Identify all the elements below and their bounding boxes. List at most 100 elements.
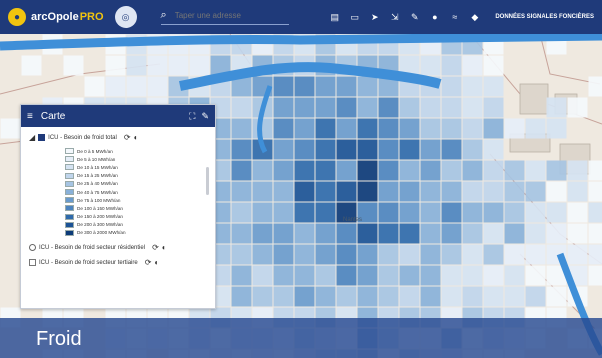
- heat-cell: [483, 55, 504, 76]
- heat-cell: [525, 223, 546, 244]
- heat-cell: [189, 55, 210, 76]
- heat-cell: [504, 265, 525, 286]
- heat-cell: [567, 223, 588, 244]
- heat-cell: [483, 97, 504, 118]
- heat-cell: [525, 118, 546, 139]
- data-menu-link[interactable]: DONNÉES SIGNALES FONCIÈRES: [495, 14, 594, 20]
- search-icon: ⌕: [160, 9, 167, 21]
- layer-row-tertiary[interactable]: ICU - Besoin de froid secteur tertiaire …: [21, 258, 215, 267]
- search-input[interactable]: [172, 10, 277, 21]
- layer-label: ICU - Besoin de froid total: [48, 134, 117, 141]
- refresh-icon[interactable]: ⟳: [145, 258, 152, 267]
- basemap-icon[interactable]: ▭: [349, 12, 360, 23]
- heat-cell: [231, 181, 252, 202]
- heat-cell: [525, 265, 546, 286]
- heat-cell: [420, 286, 441, 307]
- select-cursor-icon[interactable]: ➤: [369, 12, 380, 23]
- legend-label: De 25 à 40 MWh/an: [77, 181, 118, 187]
- app-logo[interactable]: ● arcOpolePRO ◎: [8, 6, 137, 28]
- heat-cell: [504, 244, 525, 265]
- heat-cell: [231, 202, 252, 223]
- settings-icon[interactable]: ◆: [469, 12, 480, 23]
- layer-row-residential[interactable]: ICU - Besoin de froid secteur résidentie…: [21, 243, 215, 252]
- heat-cell: [378, 181, 399, 202]
- heat-cell: [399, 244, 420, 265]
- heat-cell: [294, 118, 315, 139]
- heat-cell: [441, 76, 462, 97]
- print-icon[interactable]: ▤: [329, 12, 340, 23]
- layer-radio[interactable]: [29, 244, 36, 252]
- heat-cell: [483, 160, 504, 181]
- heat-cell: [504, 286, 525, 307]
- heat-cell: [399, 139, 420, 160]
- heat-cell: [420, 118, 441, 139]
- panel-title: Carte: [40, 110, 66, 122]
- heat-cell: [462, 55, 483, 76]
- heat-cell: [336, 181, 357, 202]
- layer-row-total[interactable]: ◢ ICU - Besoin de froid total ⟳ ◐: [21, 133, 215, 142]
- panel-header: ≡ Carte ⛶ ✎: [21, 105, 215, 127]
- heat-cell: [399, 286, 420, 307]
- collapse-arrow-icon[interactable]: ◢: [29, 133, 35, 142]
- menu-icon[interactable]: ≡: [27, 111, 33, 122]
- heat-cell: [252, 265, 273, 286]
- heat-cell: [84, 76, 105, 97]
- heat-cell: [294, 139, 315, 160]
- heat-cell: [357, 286, 378, 307]
- legend-label: De 100 à 150 MWh/an: [77, 205, 123, 211]
- heat-cell: [588, 202, 602, 223]
- heat-cell: [504, 118, 525, 139]
- heat-cell: [441, 118, 462, 139]
- expand-icon[interactable]: ⛶: [189, 111, 195, 122]
- layer-checkbox[interactable]: [38, 134, 46, 141]
- heat-cell: [588, 265, 602, 286]
- heat-cell: [168, 55, 189, 76]
- refresh-icon[interactable]: ⟳: [152, 243, 159, 252]
- legend-item: De 5 à 10 MWh/an: [65, 155, 215, 163]
- heat-cell: [441, 223, 462, 244]
- heat-cell: [525, 286, 546, 307]
- map-view[interactable]: Nantes ≡ Carte ⛶ ✎ ◢ ICU - Besoin de fro…: [0, 34, 602, 358]
- panel-scrollbar[interactable]: [206, 167, 209, 195]
- refresh-icon[interactable]: ⟳: [124, 133, 131, 142]
- heat-cell: [588, 160, 602, 181]
- measure-icon[interactable]: ≈: [449, 12, 460, 23]
- heat-cell: [462, 97, 483, 118]
- heat-cell: [378, 265, 399, 286]
- heat-cell: [525, 160, 546, 181]
- heat-cell: [420, 202, 441, 223]
- heat-cell: [378, 223, 399, 244]
- edit-icon[interactable]: ✎: [201, 111, 209, 122]
- legend-label: De 150 à 200 MWh/an: [77, 214, 123, 220]
- heat-cell: [462, 139, 483, 160]
- address-search[interactable]: ⌕: [160, 9, 289, 25]
- legend-item: De 0 à 5 MWh/an: [65, 147, 215, 155]
- layer-checkbox[interactable]: [29, 259, 36, 267]
- legend-label: De 15 à 25 MWh/an: [77, 173, 118, 179]
- theme-banner: Froid: [0, 318, 602, 358]
- legend-swatch: [65, 229, 74, 236]
- toolbar: ▤ ▭ ➤ ⇲ ✎ ● ≈ ◆ DONNÉES SIGNALES FONCIÈR…: [329, 12, 594, 23]
- heat-cell: [441, 202, 462, 223]
- heat-cell: [483, 265, 504, 286]
- heat-cell: [441, 160, 462, 181]
- heat-cell: [483, 223, 504, 244]
- locate-pin-icon[interactable]: ●: [429, 12, 440, 23]
- heat-cell: [546, 223, 567, 244]
- heat-cell: [315, 244, 336, 265]
- heat-cell: [378, 118, 399, 139]
- eye-icon[interactable]: ◐: [162, 243, 167, 252]
- heat-cell: [336, 118, 357, 139]
- heat-cell: [483, 76, 504, 97]
- heat-cell: [504, 160, 525, 181]
- heat-cell: [252, 160, 273, 181]
- heat-cell: [126, 55, 147, 76]
- eye-icon[interactable]: ◐: [154, 258, 159, 267]
- draw-pencil-icon[interactable]: ✎: [409, 12, 420, 23]
- heat-cell: [420, 244, 441, 265]
- eye-icon[interactable]: ◐: [134, 133, 139, 142]
- export-icon[interactable]: ⇲: [389, 12, 400, 23]
- heat-cell: [294, 160, 315, 181]
- heat-cell: [315, 202, 336, 223]
- heat-cell: [231, 286, 252, 307]
